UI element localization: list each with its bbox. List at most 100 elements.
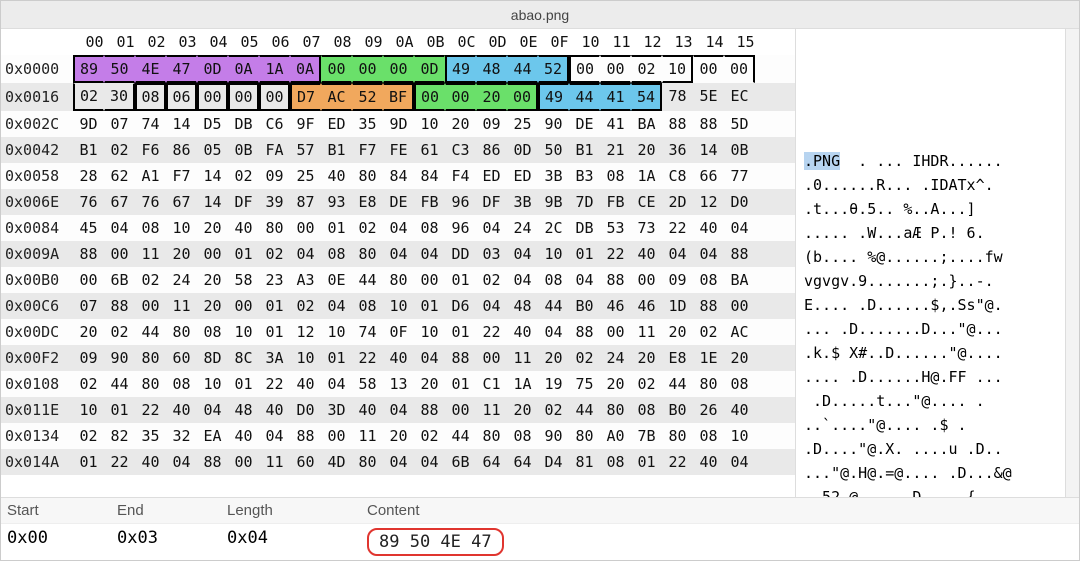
byte-cell[interactable]: 80 — [135, 371, 166, 397]
byte-cell[interactable]: 14 — [197, 163, 228, 189]
byte-cell[interactable]: 44 — [569, 397, 600, 423]
byte-cell[interactable]: 02 — [631, 371, 662, 397]
byte-cell[interactable]: FB — [600, 189, 631, 215]
hex-row[interactable]: 0x009A880011200001020408800404DD03041001… — [1, 241, 795, 267]
byte-cell[interactable]: 00 — [197, 83, 228, 111]
byte-cell[interactable]: 04 — [724, 449, 755, 475]
hex-row[interactable]: 0x00DC200244800810011210740F100122400488… — [1, 319, 795, 345]
byte-cell[interactable]: 44 — [507, 55, 538, 83]
byte-cell[interactable]: 11 — [352, 423, 383, 449]
byte-cell[interactable]: E8 — [662, 345, 693, 371]
byte-cell[interactable]: 20 — [73, 319, 104, 345]
byte-cell[interactable]: 10 — [228, 319, 259, 345]
hex-row[interactable]: 0x010802448008100122400458132001C11A1975… — [1, 371, 795, 397]
byte-cell[interactable]: 0A — [290, 55, 321, 83]
byte-cell[interactable]: 00 — [321, 423, 352, 449]
byte-cell[interactable]: 00 — [724, 55, 755, 83]
byte-cell[interactable]: 30 — [104, 83, 135, 111]
byte-cell[interactable]: 00 — [414, 83, 445, 111]
byte-cell[interactable]: ED — [476, 163, 507, 189]
byte-cell[interactable]: 11 — [631, 319, 662, 345]
byte-cell[interactable]: 80 — [569, 423, 600, 449]
byte-cell[interactable]: 48 — [476, 55, 507, 83]
byte-cell[interactable]: 8C — [228, 345, 259, 371]
byte-cell[interactable]: 06 — [166, 83, 197, 111]
byte-cell[interactable]: 04 — [569, 267, 600, 293]
byte-cell[interactable]: 08 — [135, 215, 166, 241]
byte-cell[interactable]: 11 — [507, 345, 538, 371]
byte-cell[interactable]: 04 — [383, 397, 414, 423]
byte-cell[interactable]: 00 — [259, 83, 290, 111]
byte-cell[interactable]: 02 — [352, 215, 383, 241]
byte-cell[interactable]: 09 — [259, 163, 290, 189]
byte-cell[interactable]: 86 — [166, 137, 197, 163]
byte-cell[interactable]: 09 — [662, 267, 693, 293]
byte-cell[interactable]: 88 — [73, 241, 104, 267]
byte-cell[interactable]: 2D — [662, 189, 693, 215]
byte-cell[interactable]: 04 — [321, 293, 352, 319]
byte-cell[interactable]: 3B — [538, 163, 569, 189]
byte-cell[interactable]: 35 — [135, 423, 166, 449]
byte-cell[interactable]: 25 — [290, 163, 321, 189]
byte-cell[interactable]: D0 — [290, 397, 321, 423]
byte-cell[interactable]: 41 — [600, 111, 631, 137]
ascii-row[interactable]: ..."@.H@.=@.... .D...&@ — [804, 461, 1065, 485]
vertical-scrollbar[interactable] — [1065, 29, 1079, 497]
byte-cell[interactable]: 5D — [724, 111, 755, 137]
byte-cell[interactable]: 80 — [662, 423, 693, 449]
byte-cell[interactable]: 02 — [693, 319, 724, 345]
byte-cell[interactable]: 52 — [352, 83, 383, 111]
hex-row[interactable]: 0x00F2099080608D8C3A10012240048800112002… — [1, 345, 795, 371]
byte-cell[interactable]: 04 — [197, 397, 228, 423]
byte-cell[interactable]: 10 — [538, 241, 569, 267]
byte-cell[interactable]: 00 — [631, 267, 662, 293]
byte-cell[interactable]: 01 — [569, 241, 600, 267]
byte-cell[interactable]: 04 — [476, 293, 507, 319]
byte-cell[interactable]: 02 — [73, 83, 104, 111]
byte-cell[interactable]: 08 — [135, 83, 166, 111]
byte-cell[interactable]: 40 — [693, 449, 724, 475]
byte-cell[interactable]: A1 — [135, 163, 166, 189]
byte-cell[interactable]: 01 — [228, 371, 259, 397]
byte-cell[interactable]: 02 — [538, 397, 569, 423]
byte-cell[interactable]: 08 — [197, 319, 228, 345]
byte-cell[interactable]: 76 — [73, 189, 104, 215]
byte-cell[interactable]: 10 — [414, 319, 445, 345]
hex-row[interactable]: 0x013402823532EA400488001120024480089080… — [1, 423, 795, 449]
byte-cell[interactable]: 09 — [476, 111, 507, 137]
byte-cell[interactable]: 01 — [445, 267, 476, 293]
byte-cell[interactable]: 64 — [476, 449, 507, 475]
byte-cell[interactable]: 0A — [228, 55, 259, 83]
byte-cell[interactable]: 10 — [383, 293, 414, 319]
byte-cell[interactable]: 10 — [724, 423, 755, 449]
byte-cell[interactable]: 00 — [321, 55, 352, 83]
byte-cell[interactable]: 80 — [600, 397, 631, 423]
byte-cell[interactable]: 96 — [445, 189, 476, 215]
byte-cell[interactable]: 20 — [631, 137, 662, 163]
byte-cell[interactable]: 20 — [476, 83, 507, 111]
byte-cell[interactable]: 40 — [228, 215, 259, 241]
byte-cell[interactable]: 10 — [73, 397, 104, 423]
byte-cell[interactable]: 45 — [73, 215, 104, 241]
byte-cell[interactable]: EA — [197, 423, 228, 449]
byte-cell[interactable]: 08 — [538, 267, 569, 293]
byte-cell[interactable]: CE — [631, 189, 662, 215]
byte-cell[interactable]: 22 — [662, 215, 693, 241]
byte-cell[interactable]: BA — [631, 111, 662, 137]
byte-cell[interactable]: 82 — [104, 423, 135, 449]
byte-cell[interactable]: 20 — [600, 371, 631, 397]
byte-cell[interactable]: 36 — [662, 137, 693, 163]
byte-cell[interactable]: 9F — [290, 111, 321, 137]
hex-row[interactable]: 0x00B0006B0224205823A30E4480000102040804… — [1, 267, 795, 293]
byte-cell[interactable]: 07 — [73, 293, 104, 319]
byte-cell[interactable]: 00 — [600, 55, 631, 83]
hex-row[interactable]: 0x002C9D077414D5DBC69FED359D1020092590DE… — [1, 111, 795, 137]
byte-cell[interactable]: 47 — [166, 55, 197, 83]
byte-cell[interactable]: 00 — [228, 293, 259, 319]
byte-cell[interactable]: 20 — [197, 267, 228, 293]
byte-cell[interactable]: 01 — [414, 293, 445, 319]
byte-cell[interactable]: 02 — [73, 371, 104, 397]
byte-cell[interactable]: 76 — [135, 189, 166, 215]
byte-cell[interactable]: 00 — [600, 319, 631, 345]
byte-cell[interactable]: 40 — [135, 449, 166, 475]
